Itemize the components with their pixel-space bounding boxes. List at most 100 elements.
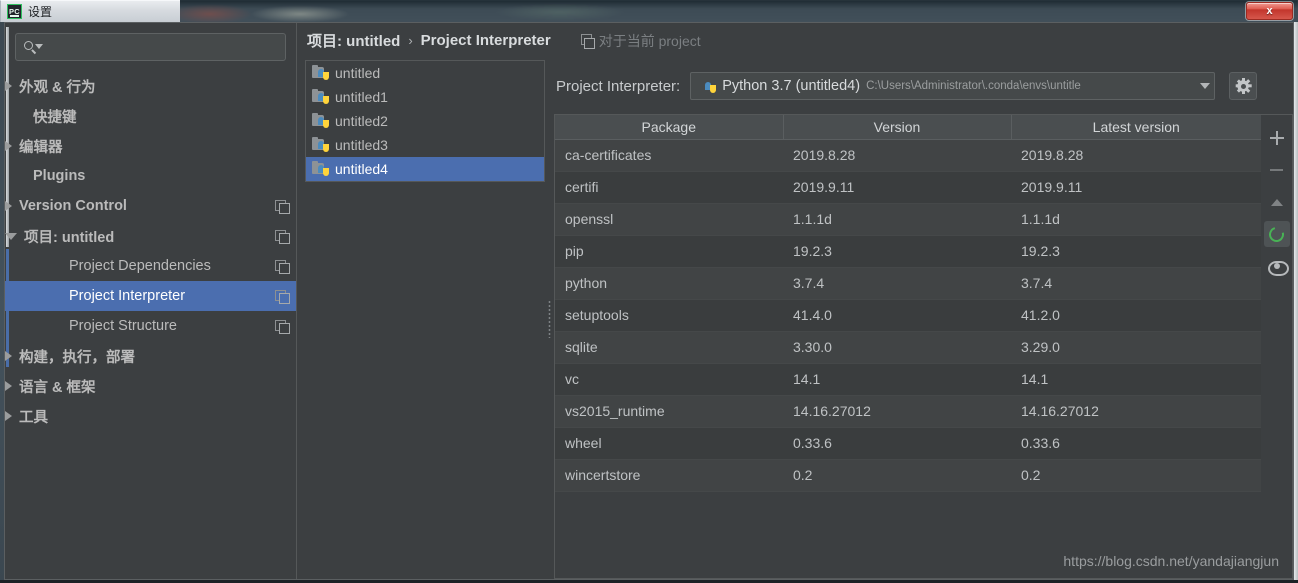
table-row[interactable]: certifi2019.9.112019.9.11 bbox=[555, 171, 1261, 203]
sidebar-item-5[interactable]: 项目: untitled bbox=[5, 221, 296, 251]
sidebar-item-label: 语言 & 框架 bbox=[19, 376, 96, 397]
sidebar-item-3[interactable]: Plugins bbox=[5, 161, 296, 191]
cell-package: wheel bbox=[555, 427, 783, 459]
chevron-right-icon[interactable] bbox=[5, 411, 12, 421]
table-row[interactable]: wincertstore0.20.2 bbox=[555, 459, 1261, 491]
breadcrumb-project[interactable]: 项目: untitled bbox=[307, 30, 400, 51]
sidebar-item-6[interactable]: Project Dependencies bbox=[5, 251, 296, 281]
cell-version: 3.30.0 bbox=[783, 331, 1011, 363]
chevron-right-icon[interactable] bbox=[5, 351, 12, 361]
list-item[interactable]: untitled2 bbox=[306, 109, 544, 133]
breadcrumb-page: Project Interpreter bbox=[421, 32, 551, 49]
breadcrumb-separator: › bbox=[408, 33, 412, 48]
eye-button[interactable] bbox=[1264, 253, 1290, 279]
table-row[interactable]: vs2015_runtime14.16.2701214.16.27012 bbox=[555, 395, 1261, 427]
cell-package: vc bbox=[555, 363, 783, 395]
sidebar-item-9[interactable]: 构建，执行，部署 bbox=[5, 341, 296, 371]
copy-icon[interactable] bbox=[275, 290, 288, 303]
search-input[interactable] bbox=[42, 40, 285, 55]
window-title: 设置 bbox=[28, 3, 52, 20]
cell-version: 0.2 bbox=[783, 459, 1011, 491]
settings-search-box[interactable] bbox=[15, 33, 286, 61]
cell-version: 41.4.0 bbox=[783, 299, 1011, 331]
column-header[interactable]: Version bbox=[783, 115, 1011, 139]
table-row[interactable]: setuptools41.4.041.2.0 bbox=[555, 299, 1261, 331]
minus-icon bbox=[1270, 169, 1283, 171]
window-titlebar[interactable]: PC 设置 bbox=[0, 0, 180, 22]
sidebar-item-7[interactable]: Project Interpreter bbox=[5, 281, 296, 311]
cell-package: openssl bbox=[555, 203, 783, 235]
python-project-icon bbox=[312, 66, 329, 80]
cell-version: 1.1.1d bbox=[783, 203, 1011, 235]
interpreter-label: Project Interpreter: bbox=[556, 78, 680, 95]
chevron-right-icon[interactable] bbox=[5, 81, 12, 91]
copy-icon[interactable] bbox=[275, 200, 288, 213]
column-header[interactable]: Package bbox=[555, 115, 783, 139]
copy-icon[interactable] bbox=[275, 320, 288, 333]
main-panel: 项目: untitled › Project Interpreter 对于当前 … bbox=[297, 23, 1293, 579]
cell-latest: 2019.8.28 bbox=[1011, 139, 1261, 171]
breadcrumb: 项目: untitled › Project Interpreter 对于当前 … bbox=[297, 23, 1293, 58]
table-row[interactable]: python3.7.43.7.4 bbox=[555, 267, 1261, 299]
scope-note-label: 对于当前 project bbox=[599, 31, 701, 51]
copy-icon[interactable] bbox=[275, 260, 288, 273]
table-row[interactable]: pip19.2.319.2.3 bbox=[555, 235, 1261, 267]
cell-package: setuptools bbox=[555, 299, 783, 331]
cell-latest: 14.16.27012 bbox=[1011, 395, 1261, 427]
python-project-icon bbox=[312, 138, 329, 152]
panel-splitter[interactable] bbox=[545, 58, 554, 579]
copy-icon bbox=[581, 34, 594, 47]
cell-latest: 0.2 bbox=[1011, 459, 1261, 491]
list-item[interactable]: untitled1 bbox=[306, 85, 544, 109]
table-row[interactable]: ca-certificates2019.8.282019.8.28 bbox=[555, 139, 1261, 171]
copy-icon[interactable] bbox=[275, 230, 288, 243]
cell-latest: 19.2.3 bbox=[1011, 235, 1261, 267]
arrow-up-button[interactable] bbox=[1264, 189, 1290, 215]
sidebar-item-4[interactable]: Version Control bbox=[5, 191, 296, 221]
pycharm-icon: PC bbox=[7, 4, 22, 19]
chevron-down-icon[interactable] bbox=[5, 233, 17, 240]
list-item[interactable]: untitled4 bbox=[306, 157, 544, 181]
interpreter-dropdown[interactable]: Python 3.7 (untitled4) C:\Users\Administ… bbox=[690, 72, 1215, 100]
chevron-right-icon[interactable] bbox=[5, 201, 12, 211]
chevron-right-icon[interactable] bbox=[5, 141, 12, 151]
sidebar-item-0[interactable]: 外观 & 行为 bbox=[5, 71, 296, 101]
list-item[interactable]: untitled3 bbox=[306, 133, 544, 157]
sidebar-item-10[interactable]: 语言 & 框架 bbox=[5, 371, 296, 401]
settings-sidebar: 外观 & 行为快捷键编辑器PluginsVersion Control 项目: u… bbox=[5, 23, 297, 579]
table-body: ca-certificates2019.8.282019.8.28certifi… bbox=[555, 139, 1261, 491]
interpreter-path: C:\Users\Administrator\.conda\envs\untit… bbox=[866, 80, 1194, 92]
interpreter-settings-button[interactable] bbox=[1229, 72, 1257, 100]
cell-latest: 3.29.0 bbox=[1011, 331, 1261, 363]
cell-package: vs2015_runtime bbox=[555, 395, 783, 427]
breadcrumb-scope-note: 对于当前 project bbox=[581, 31, 701, 51]
table-row[interactable]: vc14.114.1 bbox=[555, 363, 1261, 395]
cell-version: 2019.9.11 bbox=[783, 171, 1011, 203]
cell-version: 2019.8.28 bbox=[783, 139, 1011, 171]
close-button[interactable]: x bbox=[1246, 2, 1293, 20]
refresh-button[interactable] bbox=[1264, 221, 1290, 247]
column-header[interactable]: Latest version bbox=[1011, 115, 1261, 139]
list-item[interactable]: untitled bbox=[306, 61, 544, 85]
sidebar-item-label: 工具 bbox=[19, 406, 48, 427]
cell-package: python bbox=[555, 267, 783, 299]
plus-button[interactable] bbox=[1264, 125, 1290, 151]
sidebar-item-11[interactable]: 工具 bbox=[5, 401, 296, 431]
search-icon bbox=[24, 40, 42, 54]
minus-button[interactable] bbox=[1264, 157, 1290, 183]
sidebar-item-2[interactable]: 编辑器 bbox=[5, 131, 296, 161]
plus-icon bbox=[1270, 131, 1284, 145]
table-row[interactable]: sqlite3.30.03.29.0 bbox=[555, 331, 1261, 363]
sidebar-item-label: 项目: untitled bbox=[24, 226, 114, 247]
sidebar-item-8[interactable]: Project Structure bbox=[5, 311, 296, 341]
project-list: untitleduntitled1untitled2untitled3untit… bbox=[305, 60, 545, 182]
sidebar-item-1[interactable]: 快捷键 bbox=[5, 101, 296, 131]
sidebar-item-label: Project Structure bbox=[69, 318, 177, 334]
cell-latest: 14.1 bbox=[1011, 363, 1261, 395]
chevron-right-icon[interactable] bbox=[5, 381, 12, 391]
table-row[interactable]: openssl1.1.1d1.1.1d bbox=[555, 203, 1261, 235]
cell-latest: 1.1.1d bbox=[1011, 203, 1261, 235]
table-row[interactable]: wheel0.33.60.33.6 bbox=[555, 427, 1261, 459]
cell-package: pip bbox=[555, 235, 783, 267]
chevron-down-icon[interactable] bbox=[1200, 83, 1210, 89]
